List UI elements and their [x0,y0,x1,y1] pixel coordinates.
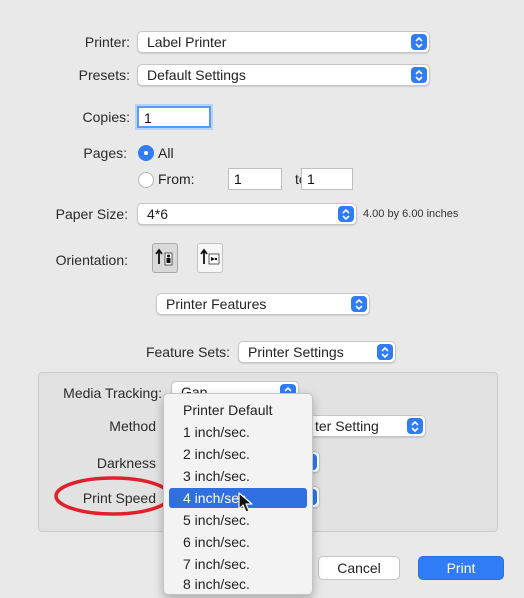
section-value: Printer Features [166,296,267,312]
menu-item-speed-1[interactable]: 1 inch/sec. [169,422,307,442]
up-down-chevron-icon [411,34,427,50]
method-label: Method [109,418,156,434]
up-down-chevron-icon [407,418,423,434]
portrait-orientation-icon [153,248,177,275]
landscape-orientation-icon [198,248,222,275]
portrait-orientation-button[interactable] [152,243,178,273]
up-down-chevron-icon [411,67,427,83]
menu-item-speed-3[interactable]: 3 inch/sec. [169,466,307,486]
annotation-ellipse [54,476,172,516]
copies-label: Copies: [82,109,130,125]
presets-label: Presets: [78,67,130,83]
feature-sets-popup[interactable]: Printer Settings [238,341,396,363]
paper-size-dimensions: 4.00 by 6.00 inches [363,208,459,220]
presets-popup[interactable]: Default Settings [137,64,430,86]
media-tracking-label: Media Tracking: [63,385,162,401]
landscape-orientation-button[interactable] [197,243,223,273]
annotation-circle [54,476,172,516]
printer-label: Printer: [84,34,130,50]
menu-item-speed-7[interactable]: 7 inch/sec. [169,554,307,574]
pages-all-radio[interactable] [138,145,154,161]
printer-value: Label Printer [147,34,227,50]
menu-item-speed-2[interactable]: 2 inch/sec. [169,444,307,464]
pages-to-field[interactable]: 1 [301,168,353,190]
orientation-label: Orientation: [55,252,128,268]
paper-size-value: 4*6 [147,206,169,222]
pages-all-label: All [158,145,174,161]
section-popup[interactable]: Printer Features [156,293,370,315]
paper-size-popup[interactable]: 4*6 [137,203,357,225]
copies-field[interactable]: 1 [137,106,211,128]
pages-label: Pages: [83,145,127,161]
up-down-chevron-icon [377,344,393,360]
up-down-chevron-icon [338,206,354,222]
presets-value: Default Settings [147,67,246,83]
pages-from-label: From: [158,171,195,187]
menu-item-speed-8[interactable]: 8 inch/sec. [169,574,307,594]
feature-sets-label: Feature Sets: [145,344,230,360]
pages-from-field[interactable]: 1 [228,168,282,190]
up-down-chevron-icon [351,296,367,312]
menu-item-printer-default[interactable]: Printer Default [169,400,307,420]
feature-sets-value: Printer Settings [248,344,344,360]
print-button[interactable]: Print [418,556,504,580]
paper-size-label: Paper Size: [55,206,128,222]
printer-popup[interactable]: Label Printer [137,31,430,53]
darkness-label: Darkness [96,455,156,471]
method-value: ter Setting [315,418,379,434]
cancel-button[interactable]: Cancel [318,556,400,580]
menu-item-speed-6[interactable]: 6 inch/sec. [169,532,307,552]
mouse-pointer-icon [238,492,253,513]
pages-from-radio[interactable] [138,172,154,188]
